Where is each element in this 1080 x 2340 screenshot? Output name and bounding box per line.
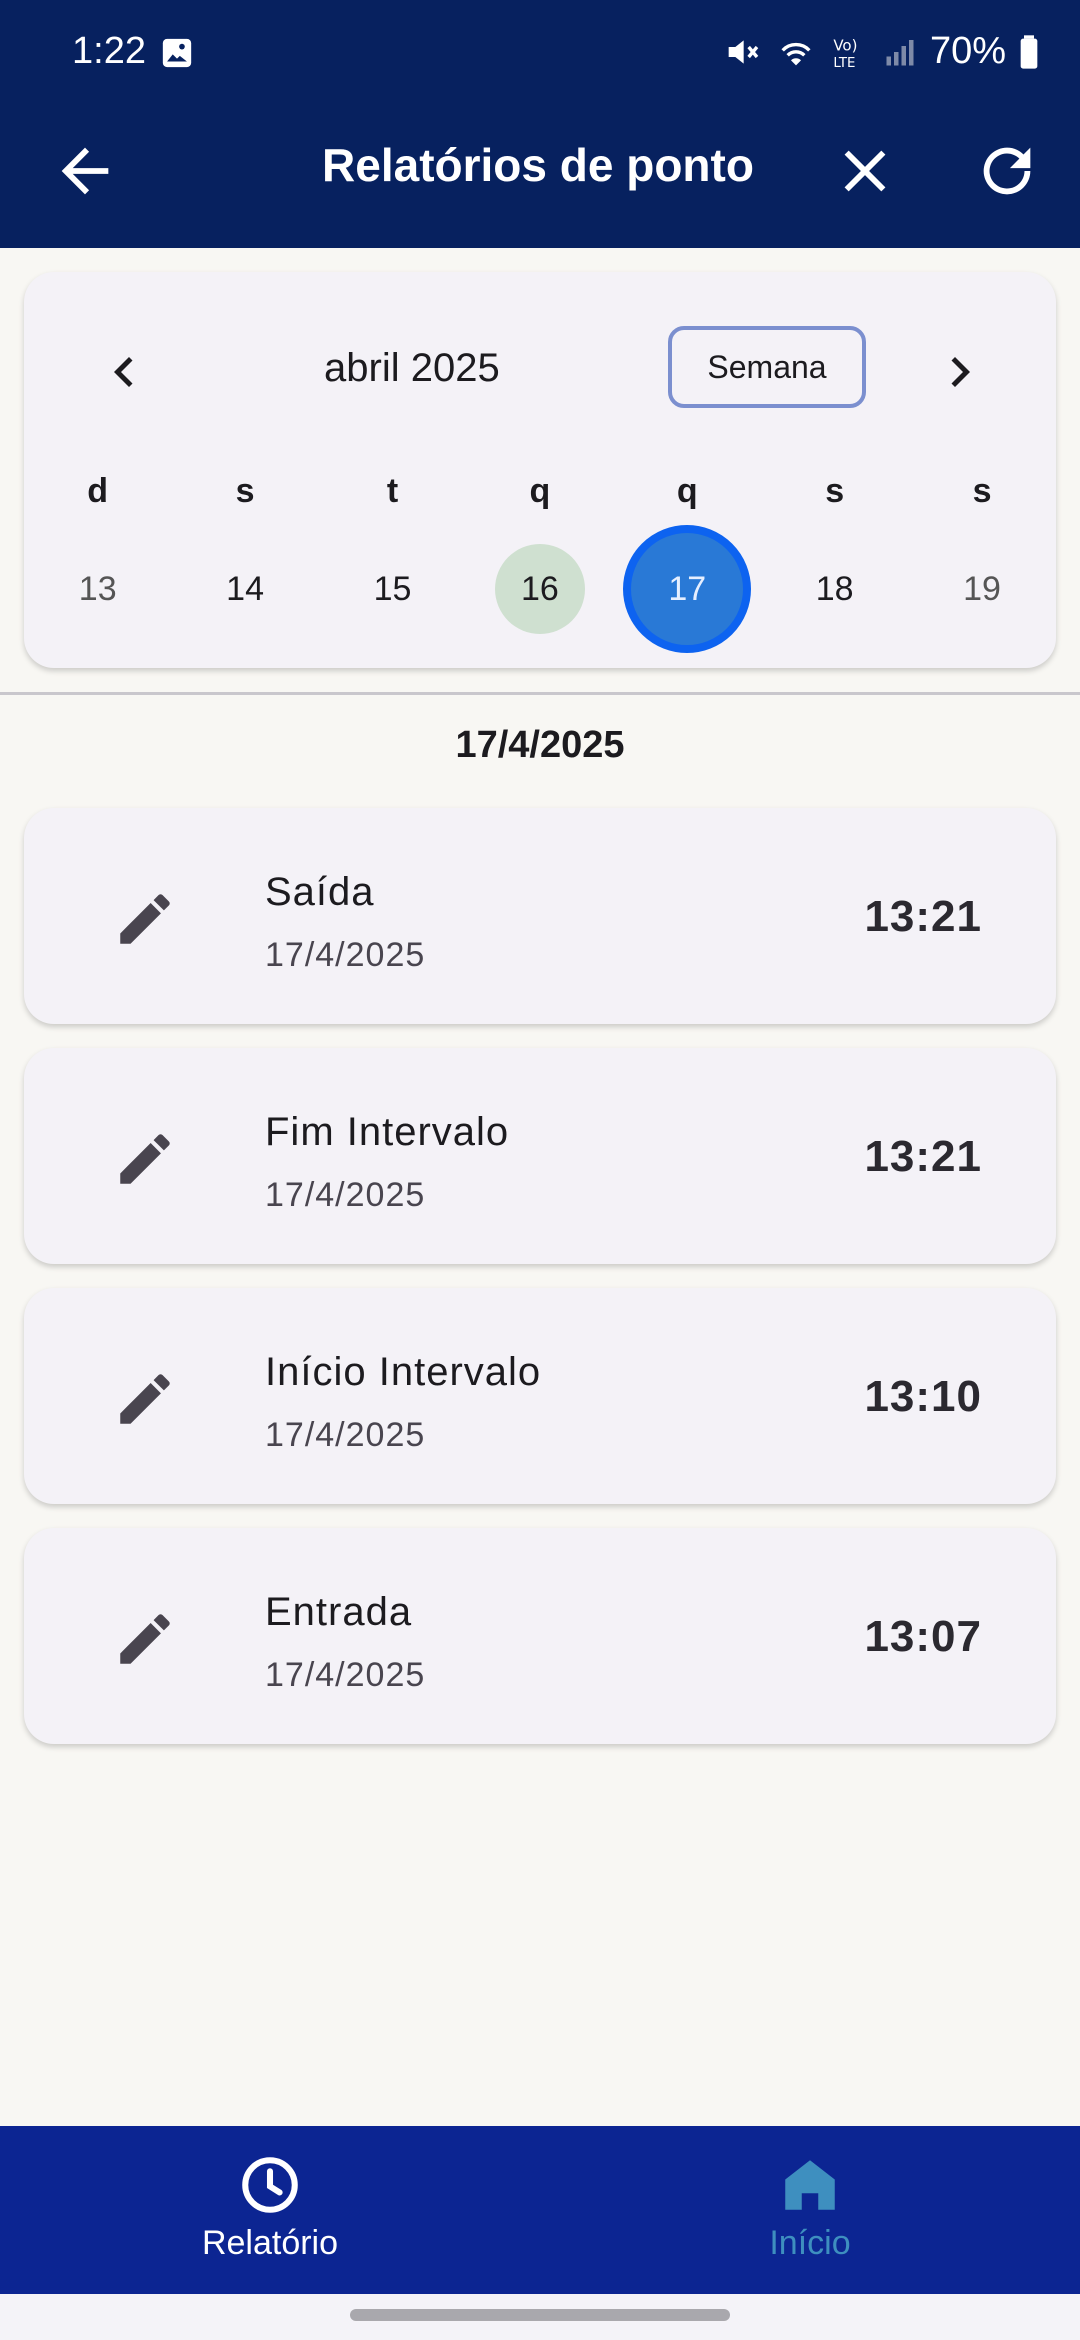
calendar-day-number: 14 (226, 569, 264, 608)
entry-type-label: Saída (265, 870, 375, 914)
entry-time: 13:10 (864, 1372, 982, 1421)
volte-icon: Vo) LTE (830, 32, 870, 72)
page-title: Relatórios de ponto (0, 138, 1080, 192)
weekday-label: s (972, 472, 992, 510)
entry-time: 13:07 (864, 1612, 982, 1661)
calendar-day-number: 13 (78, 569, 117, 608)
toolbar: Relatórios de ponto (0, 108, 1080, 248)
entry-type-label: Fim Intervalo (265, 1110, 510, 1154)
gesture-bar (0, 2294, 1080, 2340)
week-calendar: abril 2025 Semana d s t q q s s 13 14 15… (24, 272, 1056, 668)
status-time: 1:22 (72, 30, 146, 72)
entry-date: 17/4/2025 (265, 1176, 426, 1214)
calendar-day[interactable]: 19 (908, 534, 1055, 644)
weekday-label: t (386, 472, 399, 510)
battery-icon (1018, 32, 1040, 72)
calendar-day[interactable]: 13 (24, 534, 171, 644)
time-entry-card[interactable]: Saída 17/4/2025 13:21 (24, 808, 1056, 1024)
entry-time: 13:21 (864, 892, 982, 941)
home-icon (777, 2152, 843, 2218)
edit-icon[interactable] (112, 886, 178, 952)
svg-text:Vo): Vo) (833, 36, 857, 54)
image-icon (160, 36, 194, 70)
time-entries-list: Saída 17/4/2025 13:21 Fim Intervalo 17/4… (24, 808, 1056, 1768)
bottom-navigation: Relatório Início (0, 2126, 1080, 2294)
time-entry-card[interactable]: Entrada 17/4/2025 13:07 (24, 1528, 1056, 1744)
calendar-day-selected[interactable]: 17 (614, 525, 761, 653)
weekday-label: s (235, 472, 255, 510)
calendar-month-label: abril 2025 (324, 346, 500, 390)
weekday-label: q (529, 472, 551, 510)
calendar-day[interactable]: 14 (171, 534, 318, 644)
nav-item-label: Relatório (201, 2224, 339, 2262)
entry-date: 17/4/2025 (265, 936, 426, 974)
calendar-day-number: 18 (815, 569, 854, 608)
nav-item-label: Início (769, 2224, 851, 2262)
clock-icon (237, 2152, 303, 2218)
edit-icon[interactable] (112, 1366, 178, 1432)
entry-time: 13:21 (864, 1132, 982, 1181)
time-entry-card[interactable]: Fim Intervalo 17/4/2025 13:21 (24, 1048, 1056, 1264)
entry-date: 17/4/2025 (265, 1656, 426, 1694)
entry-date: 17/4/2025 (265, 1416, 426, 1454)
week-days: 13 14 15 16 17 18 19 (24, 525, 1056, 653)
weekday-label: q (676, 472, 698, 510)
calendar-day-number: 15 (373, 569, 412, 608)
time-entry-card[interactable]: Início Intervalo 17/4/2025 13:10 (24, 1288, 1056, 1504)
app-bar: 1:22 Vo) LTE 70% Relatórios de ponto (0, 0, 1080, 248)
edit-icon[interactable] (112, 1126, 178, 1192)
calendar-day-today[interactable]: 16 (466, 534, 613, 644)
entry-type-label: Início Intervalo (265, 1350, 542, 1394)
chevron-left-icon[interactable] (94, 342, 154, 402)
signal-icon (882, 32, 918, 72)
entry-type-label: Entrada (265, 1590, 413, 1634)
edit-icon[interactable] (112, 1606, 178, 1672)
refresh-icon[interactable] (972, 136, 1042, 206)
wifi-icon (774, 32, 818, 72)
calendar-day[interactable]: 15 (319, 534, 466, 644)
nav-item-relatorio[interactable]: Relatório (0, 2126, 540, 2294)
nav-item-inicio[interactable]: Início (540, 2126, 1080, 2294)
calendar-view-mode-button[interactable]: Semana (668, 326, 866, 408)
mute-icon (722, 32, 762, 72)
svg-text:LTE: LTE (833, 56, 855, 71)
status-bar: 1:22 Vo) LTE 70% (0, 0, 1080, 108)
weekday-label: d (87, 472, 109, 510)
selected-date-heading: 17/4/2025 (455, 724, 625, 766)
home-indicator[interactable] (350, 2309, 730, 2321)
divider (0, 692, 1080, 695)
battery-percent: 70% (929, 30, 1006, 72)
page-title-text: Relatórios de ponto (322, 139, 754, 191)
calendar-day-number: 17 (668, 569, 707, 608)
weekday-label: s (825, 472, 845, 510)
chevron-right-icon[interactable] (930, 342, 990, 402)
weekday-header: d s t q q s s (24, 472, 1056, 511)
calendar-day-number: 16 (520, 569, 559, 608)
calendar-day-number: 19 (963, 569, 1001, 608)
close-icon[interactable] (830, 136, 900, 206)
calendar-day[interactable]: 18 (761, 534, 908, 644)
